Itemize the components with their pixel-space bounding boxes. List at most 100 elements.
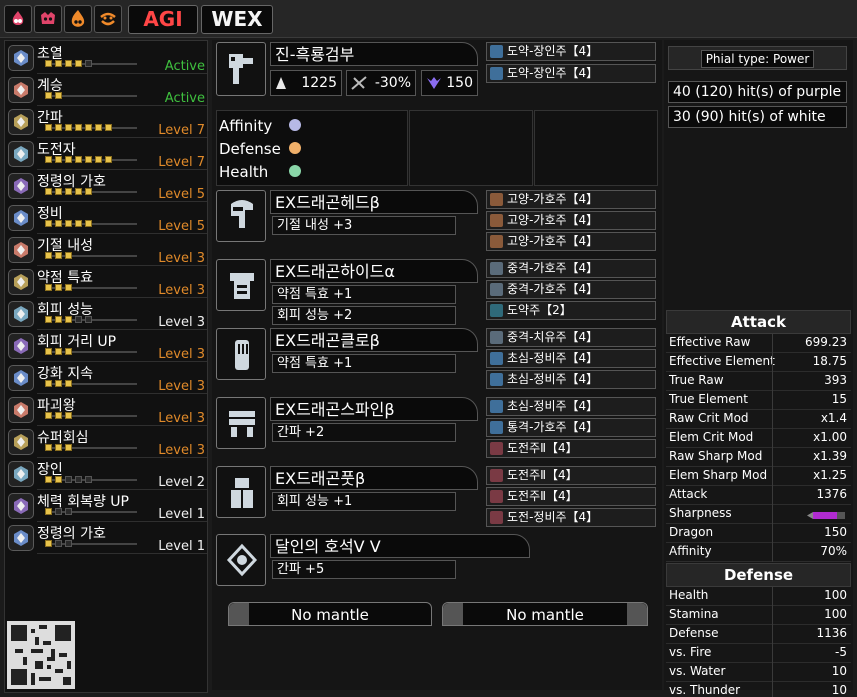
skill-level-pips — [45, 188, 137, 196]
skill-pip — [65, 220, 72, 227]
weapon-deco-2[interactable]: 도약-장인주【4】 — [486, 64, 656, 83]
skill-row[interactable]: 파괴왕 Level 3 — [7, 395, 207, 427]
skill-level-pips — [45, 124, 137, 132]
skill-divider — [37, 553, 207, 554]
skill-pip — [65, 316, 72, 323]
flame-icon[interactable] — [64, 5, 92, 33]
skill-row[interactable]: 강화 지속 Level 3 — [7, 363, 207, 395]
dragon-face-icon[interactable] — [34, 5, 62, 33]
skill-level-pips — [45, 92, 137, 100]
armor-row[interactable]: EX드래곤클로β 약점 특효 +1 중격-치유주【4】 초심-정비주【4】 초심-정비주… — [216, 328, 660, 392]
armor-row[interactable]: EX드래곤하이드α 약점 특효 +1 회피 성능 +2 중격-가호주【4】 중격-가호주… — [216, 259, 660, 325]
skill-row[interactable]: 정령의 가호 Level 5 — [7, 171, 207, 203]
chest-icon[interactable] — [216, 259, 266, 311]
decoration-gem-icon — [490, 442, 503, 455]
fire-icon[interactable] — [4, 5, 32, 33]
skill-row[interactable]: 도전자 Level 7 — [7, 139, 207, 171]
skill-row[interactable]: 장인 Level 2 — [7, 459, 207, 491]
armor-decoration[interactable]: 도약주【2】 — [486, 301, 656, 320]
armor-decoration[interactable]: 중격-치유주【4】 — [486, 328, 656, 347]
charm-icon[interactable] — [216, 534, 266, 586]
weapon-icon[interactable] — [216, 42, 266, 96]
gem-icon — [8, 237, 34, 263]
armor-row[interactable]: EX드래곤헤드β 기절 내성 +3 고양-가호주【4】 고양-가호주【4】 고양-가호주… — [216, 190, 660, 254]
skill-status: Active — [164, 91, 205, 106]
gem-icon — [8, 365, 34, 391]
stat-label: Dragon — [669, 525, 714, 539]
skill-divider — [37, 425, 207, 426]
mantle-cap — [627, 603, 647, 625]
stat-row: Defense 1136 — [666, 625, 851, 644]
skill-divider — [37, 329, 207, 330]
tab-agi[interactable]: AGI — [128, 5, 198, 34]
armor-decoration[interactable]: 도전주Ⅱ【4】 — [486, 487, 656, 506]
skill-level-pips — [45, 156, 137, 164]
tab-wex[interactable]: WEX — [201, 5, 273, 34]
skill-level-pips — [45, 316, 137, 324]
decoration-gem-icon — [490, 373, 503, 386]
armor-decoration[interactable]: 초심-정비주【4】 — [486, 370, 656, 389]
helm-icon[interactable] — [216, 190, 266, 242]
weapon-attack-value: 1225 — [301, 75, 337, 91]
skill-row[interactable]: 회피 거리 UP Level 3 — [7, 331, 207, 363]
skill-pip — [85, 188, 92, 195]
armor-decoration[interactable]: 초심-정비주【4】 — [486, 397, 656, 416]
armor-decoration[interactable]: 도전주Ⅱ【4】 — [486, 466, 656, 485]
decoration-gem-icon — [490, 400, 503, 413]
stat-divider — [772, 524, 773, 543]
armor-decoration[interactable]: 고양-가호주【4】 — [486, 190, 656, 209]
skill-pip — [85, 476, 92, 483]
skill-level-pips — [45, 444, 137, 452]
decoration-label: 초심-정비주【4】 — [507, 372, 599, 386]
skill-level-pips — [45, 476, 137, 484]
decoration-label: 고양-가호주【4】 — [507, 213, 599, 227]
armor-decoration[interactable]: 도전-정비주【4】 — [486, 508, 656, 527]
skill-row[interactable]: 정비 Level 5 — [7, 203, 207, 235]
skill-row[interactable]: 정령의 가호 Level 1 — [7, 523, 207, 555]
decoration-label: 고양-가호주【4】 — [507, 234, 599, 248]
skill-row[interactable]: 기절 내성 Level 3 — [7, 235, 207, 267]
armor-row[interactable]: EX드래곤스파인β 간파 +2 초심-정비주【4】 통격-가호주【4】 도전주Ⅱ【4】 — [216, 397, 660, 461]
stat-label: Attack — [669, 487, 708, 501]
stat-row: Affinity 70% — [666, 543, 851, 562]
charm-row[interactable]: 달인의 호석Ⅴ Ⅴ 간파 +5 — [216, 534, 660, 594]
armor-decoration[interactable]: 고양-가호주【4】 — [486, 211, 656, 230]
skill-row[interactable]: 약점 특효 Level 3 — [7, 267, 207, 299]
armor-decoration[interactable]: 고양-가호주【4】 — [486, 232, 656, 251]
skill-level-pips — [45, 252, 137, 260]
skill-row[interactable]: 초열 Active — [7, 43, 207, 75]
skill-pip — [65, 380, 72, 387]
skill-row[interactable]: 계승 Active — [7, 75, 207, 107]
stat-label: Effective Raw — [669, 335, 751, 349]
armor-decoration[interactable]: 중격-가호주【4】 — [486, 280, 656, 299]
armor-skill: 회피 성능 +2 — [272, 306, 456, 325]
armor-decoration[interactable]: 통격-가호주【4】 — [486, 418, 656, 437]
skill-row[interactable]: 체력 회복량 UP Level 1 — [7, 491, 207, 523]
weapon-deco-1[interactable]: 도약-장인주【4】 — [486, 42, 656, 61]
boots-icon[interactable] — [216, 466, 266, 518]
stat-divider — [772, 606, 773, 625]
gem-icon — [8, 173, 34, 199]
armor-row[interactable]: EX드래곤풋β 회피 성능 +1 도전주Ⅱ【4】 도전주Ⅱ【4】 도전-정비주【4】 — [216, 466, 660, 530]
health-label: Health — [219, 163, 269, 181]
armor-decoration[interactable]: 초심-정비주【4】 — [486, 349, 656, 368]
phial-type: Phial type: Power — [668, 46, 847, 70]
decoration-label: 중격-가호주【4】 — [507, 261, 599, 275]
skill-row[interactable]: 회피 성능 Level 3 — [7, 299, 207, 331]
empty-slot — [409, 110, 533, 186]
armor-decoration[interactable]: 중격-가호주【4】 — [486, 259, 656, 278]
armor-decoration[interactable]: 도전주Ⅱ【4】 — [486, 439, 656, 458]
gauntlet-icon[interactable] — [216, 328, 266, 380]
skill-row[interactable]: 슈퍼회심 Level 3 — [7, 427, 207, 459]
skill-pip — [95, 156, 102, 163]
decoration-gem-icon — [490, 352, 503, 365]
stat-row: Elem Crit Mod x1.00 — [666, 429, 851, 448]
skill-divider — [37, 521, 207, 522]
smile-icon[interactable] — [94, 5, 122, 33]
weapon-row[interactable]: 진-흑룡검부 1225 -30% 150 도약-장인주【4】 도약-장인주【4】 — [216, 42, 660, 108]
waist-icon[interactable] — [216, 397, 266, 449]
mantle-slot-1[interactable]: No mantle — [228, 602, 432, 626]
skill-row[interactable]: 간파 Level 7 — [7, 107, 207, 139]
mantle-slot-2[interactable]: No mantle — [442, 602, 648, 626]
stat-row: Effective Element 18.75 — [666, 353, 851, 372]
